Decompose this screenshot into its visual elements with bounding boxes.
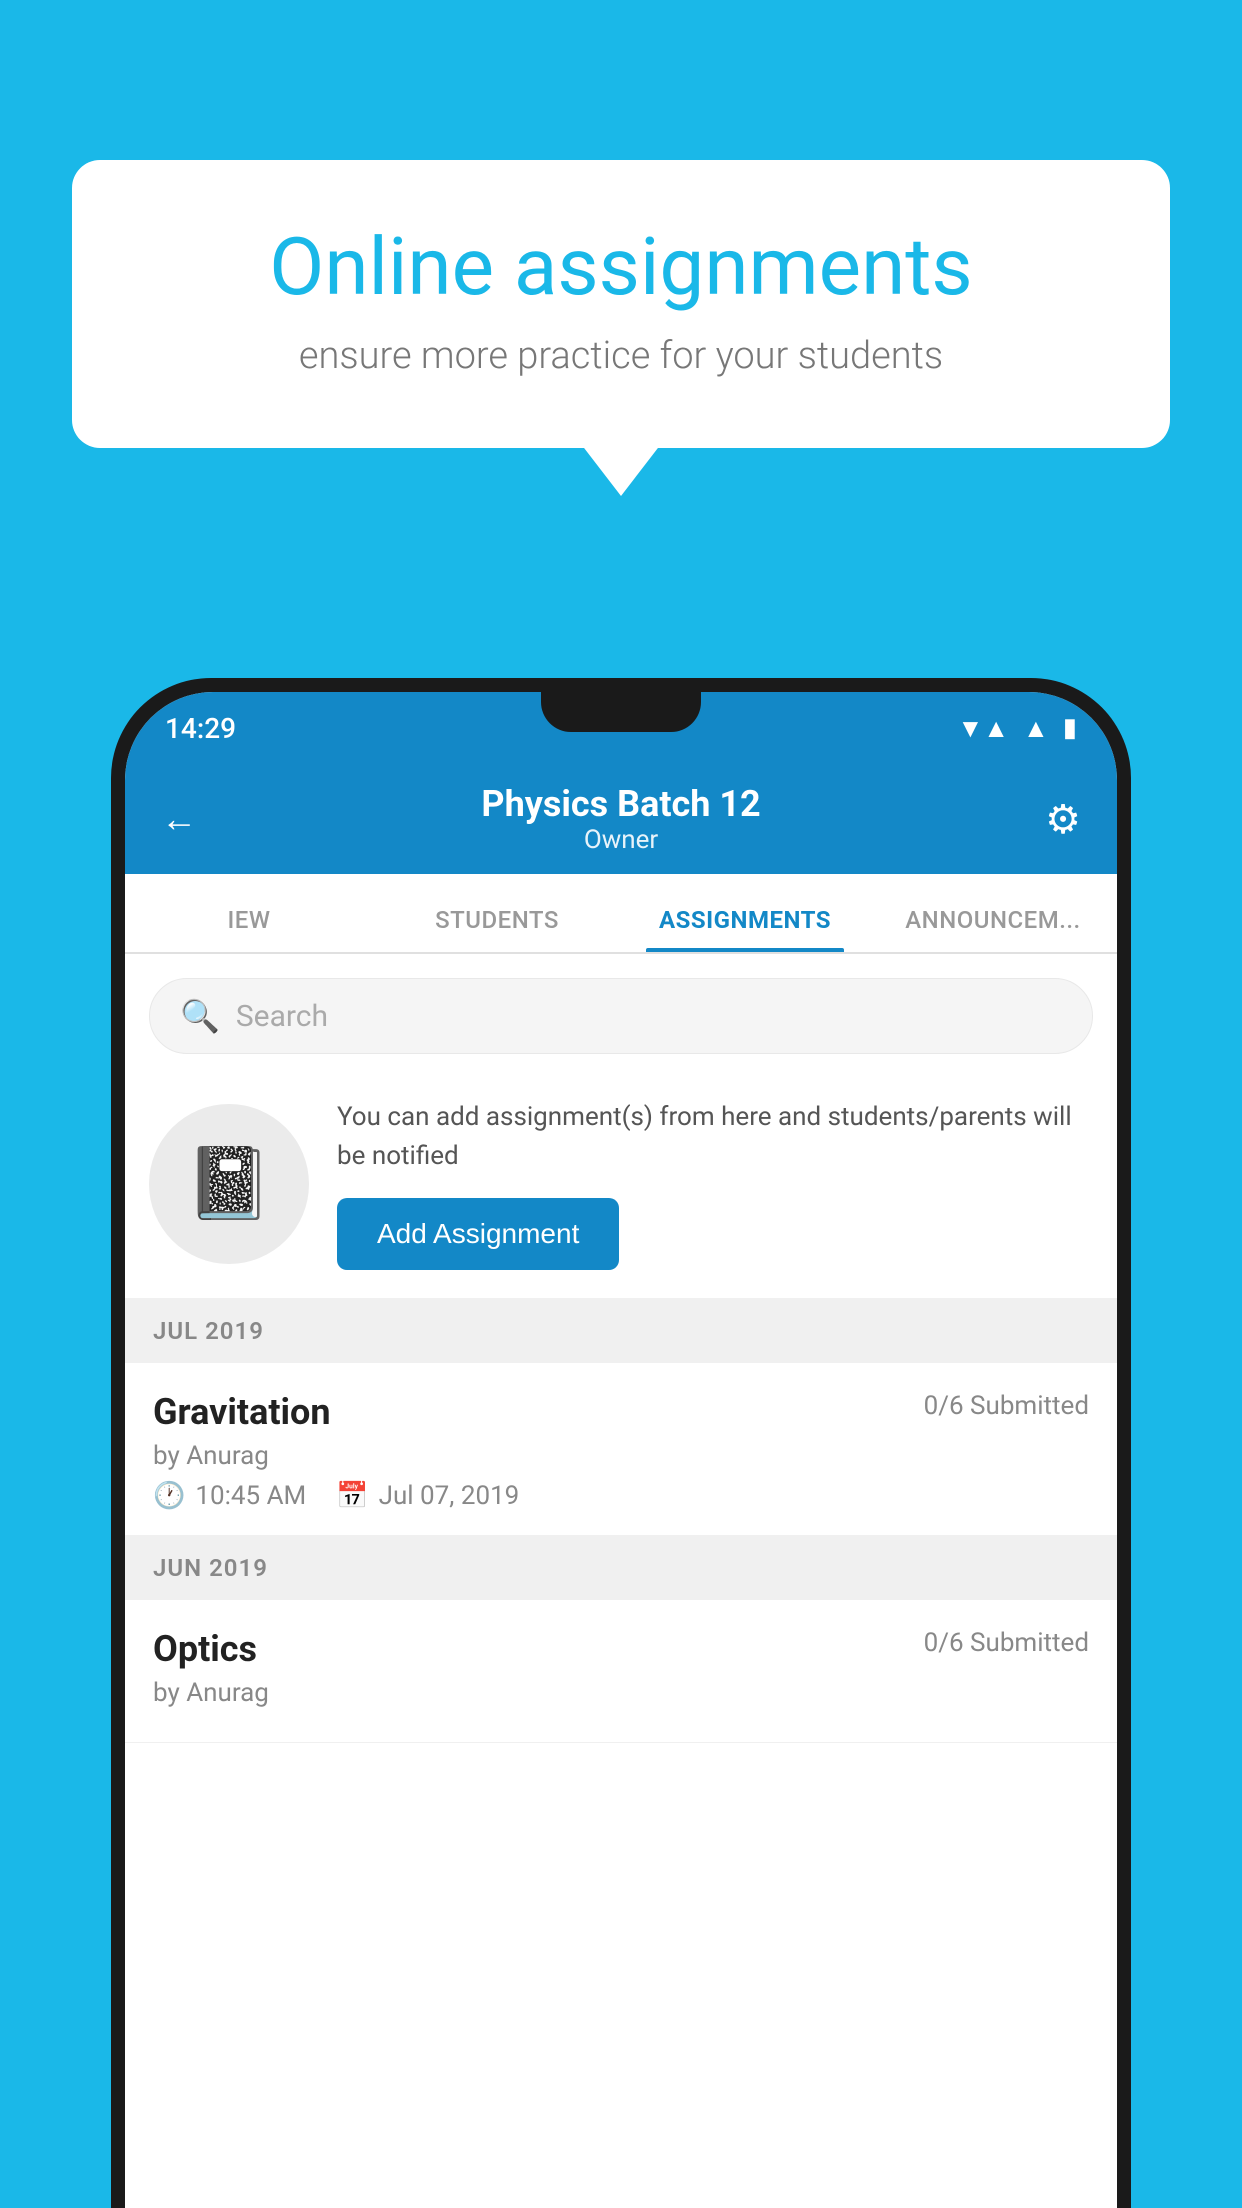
battery-icon: ▮ — [1063, 713, 1077, 743]
app-header: ← Physics Batch 12 Owner ⚙ — [125, 764, 1117, 874]
speech-bubble: Online assignments ensure more practice … — [72, 160, 1170, 448]
assignment-item-gravitation[interactable]: Gravitation 0/6 Submitted by Anurag 🕐 10… — [125, 1363, 1117, 1536]
wifi-icon: ▼▲ — [957, 713, 1008, 744]
speech-bubble-subtitle: ensure more practice for your students — [142, 334, 1100, 378]
notebook-icon: 📓 — [185, 1143, 272, 1225]
clock-icon: 🕐 — [153, 1481, 185, 1511]
speech-bubble-container: Online assignments ensure more practice … — [72, 160, 1170, 448]
back-button[interactable]: ← — [161, 798, 197, 840]
assignment-date: Jul 07, 2019 — [379, 1481, 520, 1511]
tabs-bar: IEW STUDENTS ASSIGNMENTS ANNOUNCEM... — [125, 874, 1117, 954]
assignment-author-gravitation: by Anurag — [153, 1441, 1089, 1471]
assignment-author-optics: by Anurag — [153, 1678, 1089, 1708]
tab-iew[interactable]: IEW — [125, 906, 373, 952]
promo-section: 📓 You can add assignment(s) from here an… — [125, 1074, 1117, 1299]
time-meta: 🕐 10:45 AM — [153, 1481, 306, 1511]
submitted-count-optics: 0/6 Submitted — [924, 1628, 1089, 1658]
header-title-group: Physics Batch 12 Owner — [481, 783, 760, 855]
promo-content: You can add assignment(s) from here and … — [337, 1098, 1093, 1270]
phone-notch — [541, 692, 701, 732]
settings-icon[interactable]: ⚙ — [1045, 796, 1081, 843]
signal-icon: ▲ — [1023, 713, 1049, 744]
search-icon: 🔍 — [180, 997, 220, 1035]
promo-icon-circle: 📓 — [149, 1104, 309, 1264]
search-placeholder: Search — [236, 999, 328, 1034]
assignment-row1: Gravitation 0/6 Submitted — [153, 1391, 1089, 1433]
header-subtitle: Owner — [481, 825, 760, 855]
assignment-time: 10:45 AM — [195, 1481, 306, 1511]
assignment-item-optics[interactable]: Optics 0/6 Submitted by Anurag — [125, 1600, 1117, 1743]
submitted-count-gravitation: 0/6 Submitted — [924, 1391, 1089, 1421]
calendar-icon: 📅 — [336, 1481, 368, 1511]
add-assignment-button[interactable]: Add Assignment — [337, 1198, 619, 1270]
month-header-jun: JUN 2019 — [125, 1536, 1117, 1600]
search-bar[interactable]: 🔍 Search — [149, 978, 1093, 1054]
tab-announcements[interactable]: ANNOUNCEM... — [869, 906, 1117, 952]
status-time: 14:29 — [165, 712, 236, 745]
promo-text: You can add assignment(s) from here and … — [337, 1098, 1093, 1176]
status-icons: ▼▲ ▲ ▮ — [957, 713, 1077, 744]
assignment-title-optics: Optics — [153, 1628, 257, 1670]
header-title: Physics Batch 12 — [481, 783, 760, 825]
tab-students[interactable]: STUDENTS — [373, 906, 621, 952]
content-area: 🔍 Search 📓 You can add assignment(s) fro… — [125, 954, 1117, 1743]
phone-screen: 14:29 ▼▲ ▲ ▮ ← Physics Batch 12 Owner ⚙ … — [125, 692, 1117, 2208]
assignment-row1-optics: Optics 0/6 Submitted — [153, 1628, 1089, 1670]
speech-bubble-title: Online assignments — [142, 220, 1100, 314]
assignment-meta-gravitation: 🕐 10:45 AM 📅 Jul 07, 2019 — [153, 1481, 1089, 1511]
date-meta: 📅 Jul 07, 2019 — [336, 1481, 519, 1511]
tab-assignments[interactable]: ASSIGNMENTS — [621, 906, 869, 952]
assignment-title-gravitation: Gravitation — [153, 1391, 331, 1433]
phone-frame: 14:29 ▼▲ ▲ ▮ ← Physics Batch 12 Owner ⚙ … — [111, 678, 1131, 2208]
month-header-jul: JUL 2019 — [125, 1299, 1117, 1363]
